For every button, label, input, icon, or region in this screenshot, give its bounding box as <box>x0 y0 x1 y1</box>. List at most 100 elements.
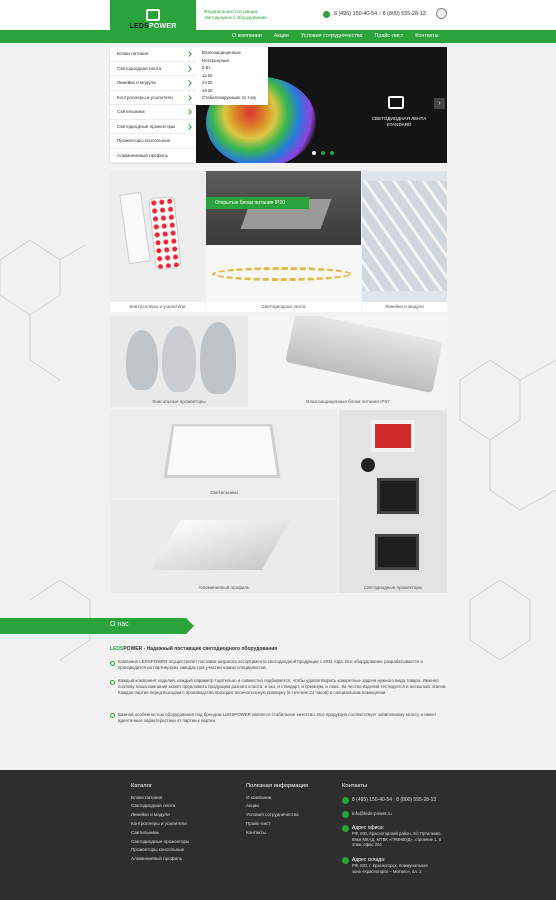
tile-console-lights[interactable]: Консольные прожекторы <box>110 316 248 407</box>
footer-phone-1[interactable]: 8 (495) 150-40-54 <box>352 797 392 803</box>
tile-floodlights[interactable]: Светодиодные прожекторы <box>339 410 447 593</box>
console-light-image <box>126 330 158 390</box>
about-subtitle: LEDSPOWER - Надежный поставщик светодиод… <box>110 646 278 652</box>
catalog-item-lines-modules[interactable]: Линейки и модули <box>110 76 196 91</box>
footer-link-contacts[interactable]: Контакты <box>246 830 266 835</box>
about-paragraph-2: Каждый компонент изделия, каждый парамет… <box>118 678 447 695</box>
nav-item-terms[interactable]: Условия сотрудничества <box>295 30 369 43</box>
header-tagline: Федеральный поставщик светодиодного обор… <box>204 9 267 20</box>
banner-dot-3[interactable] <box>330 151 334 155</box>
site-footer <box>0 770 556 900</box>
bullet-icon <box>110 661 115 666</box>
floodlight-red-image <box>371 420 415 452</box>
tile-caption: Консольные прожекторы <box>152 399 206 404</box>
user-account-icon[interactable] <box>436 8 447 19</box>
footer-link-lines-modules[interactable]: Линейки и модули <box>131 812 170 817</box>
nav-item-promotions[interactable]: Акции <box>268 30 295 43</box>
submenu-item-24w[interactable]: 24 Вт <box>202 79 262 87</box>
header-phones: 8 (495) 150-40-54/8 (800) 555-28-13 <box>334 11 426 17</box>
about-paragraph-1: Компания LEDSPOWER осуществляет поставки… <box>118 659 423 670</box>
panel-lamp-image <box>163 424 281 479</box>
tile-lamps[interactable]: Светильники <box>110 410 338 498</box>
header-phone-1[interactable]: 8 (495) 150-40-54 <box>334 11 377 17</box>
main-nav: О компании Акции Условия сотрудничества … <box>0 30 556 43</box>
catalog-menu: Блоки питания Светодиодная лента Линейки… <box>110 47 196 163</box>
submenu-item-interior[interactable]: Интерьерные <box>202 57 262 65</box>
header-phone-2[interactable]: 8 (800) 555-28-13 <box>383 11 426 17</box>
tile-controllers[interactable]: Контроллеры и усилители <box>110 171 205 312</box>
catalog-item-aluminum-profile[interactable]: Алюминиевый профиль <box>110 149 196 163</box>
tile-caption: Светильники <box>210 490 238 495</box>
logo-text: LEDSPOWER <box>129 22 177 30</box>
footer-info-title: Полезная информация <box>246 783 309 789</box>
power-supply-ribbon[interactable]: Открытые блоки питания IP20 <box>206 197 309 209</box>
controller-image <box>119 191 151 265</box>
catalog-item-controllers[interactable]: Контроллеры и усилители <box>110 91 196 105</box>
bullet-icon <box>110 713 115 718</box>
tile-caption: Контроллеры и усилители <box>110 302 205 312</box>
catalog-item-lamps[interactable]: Светильники <box>110 105 196 120</box>
submenu-item-waterproof[interactable]: Влагозащищенные <box>202 49 262 57</box>
logo-mark-icon <box>146 8 160 21</box>
console-light-image <box>200 322 236 394</box>
footer-link-console-lights[interactable]: Прожекторы консольные <box>131 847 184 852</box>
banner-dot-1[interactable] <box>312 151 316 155</box>
footer-catalog-title: Каталог <box>131 783 153 789</box>
location-pin-icon <box>342 825 349 832</box>
catalog-item-led-strip[interactable]: Светодиодная лента <box>110 62 196 76</box>
phone-icon <box>323 11 330 18</box>
footer-link-power-supplies[interactable]: Блоки питания <box>131 795 162 800</box>
banner-next-arrow-icon[interactable]: › <box>434 98 445 109</box>
tile-led-strip[interactable]: Светодиодная лента <box>206 171 361 312</box>
banner-logo-icon <box>388 96 404 109</box>
floodlight-black-image <box>375 534 419 570</box>
about-paragraph-3: Важной особенностью оборудования под бре… <box>118 712 437 723</box>
submenu-item-5w[interactable]: 5 Вт <box>202 64 262 72</box>
tile-caption: Светодиодная лента <box>206 302 361 312</box>
footer-link-aluminum-profile[interactable]: Алюминиевый профиль <box>131 856 182 861</box>
tile-caption: Влагозащищенные блоки питания IP67 <box>306 399 390 404</box>
logo[interactable]: LEDSPOWER <box>110 0 196 38</box>
submenu-item-12w[interactable]: 12 Вт <box>202 72 262 80</box>
submenu-item-current-stabilizing[interactable]: Стабилизирующие по току <box>202 94 262 102</box>
footer-office-address: РФ, МО, Красногорский район, п/о Путилко… <box>352 831 442 847</box>
tile-caption: Линейки и модули <box>362 302 447 312</box>
footer-link-promotions[interactable]: Акции <box>246 803 259 808</box>
nav-item-price-list[interactable]: Прайс-лист <box>369 30 410 43</box>
tile-aluminum-profile[interactable]: Алюминиевый профиль <box>110 500 338 593</box>
strip-coil-image <box>212 267 352 281</box>
footer-link-lamps[interactable]: Светильники <box>131 830 159 835</box>
footer-link-price-list[interactable]: Прайс-лист <box>246 821 270 826</box>
remote-image <box>148 195 182 271</box>
banner-pagination <box>312 151 334 155</box>
nav-item-about[interactable]: О компании <box>226 30 268 43</box>
chevron-right-icon <box>186 94 192 101</box>
console-light-image <box>162 326 196 392</box>
catalog-item-console-lights[interactable]: Прожекторы консольные <box>110 134 196 149</box>
footer-link-controllers[interactable]: Контроллеры и усилители <box>131 821 187 826</box>
footer-phones: 8 (495) 150-40-54 / 8 (800) 555-28-13 <box>352 797 436 803</box>
footer-link-led-strip[interactable]: Светодиодная лента <box>131 803 175 808</box>
tile-lines-modules[interactable]: Линейки и модули <box>362 171 447 312</box>
footer-link-floodlights[interactable]: Светодиодные прожекторы <box>131 839 189 844</box>
chevron-right-icon <box>186 65 192 72</box>
chevron-right-icon <box>186 123 192 130</box>
footer-email[interactable]: info@leds-power.ru <box>352 811 392 817</box>
tile-caption: Алюминиевый профиль <box>198 585 250 590</box>
footer-phone-2[interactable]: 8 (800) 555-28-13 <box>396 797 436 803</box>
banner-dot-2[interactable] <box>321 151 325 155</box>
submenu-item-48w[interactable]: 48 Вт <box>202 87 262 95</box>
aluminum-profile-image <box>151 520 291 570</box>
bullet-icon <box>110 680 115 685</box>
banner-subtitle: STANDARD <box>386 122 412 127</box>
footer-warehouse-address: РФ, МО, г. Красногорск, Коммунальная зон… <box>352 863 428 874</box>
catalog-item-power-supplies[interactable]: Блоки питания <box>110 47 196 62</box>
tile-waterproof-psu[interactable]: Влагозащищенные блоки питания IP67 <box>249 316 447 407</box>
nav-item-contacts[interactable]: Контакты <box>409 30 444 43</box>
catalog-submenu: Влагозащищенные Интерьерные 5 Вт 12 Вт 2… <box>196 47 268 105</box>
floodlight-black-image <box>377 478 419 514</box>
catalog-item-floodlights[interactable]: Светодиодные прожекторы <box>110 120 196 134</box>
about-header-bar <box>0 618 194 634</box>
footer-link-terms[interactable]: Условия сотрудничества <box>246 812 299 817</box>
footer-link-about[interactable]: О компании <box>246 795 271 800</box>
